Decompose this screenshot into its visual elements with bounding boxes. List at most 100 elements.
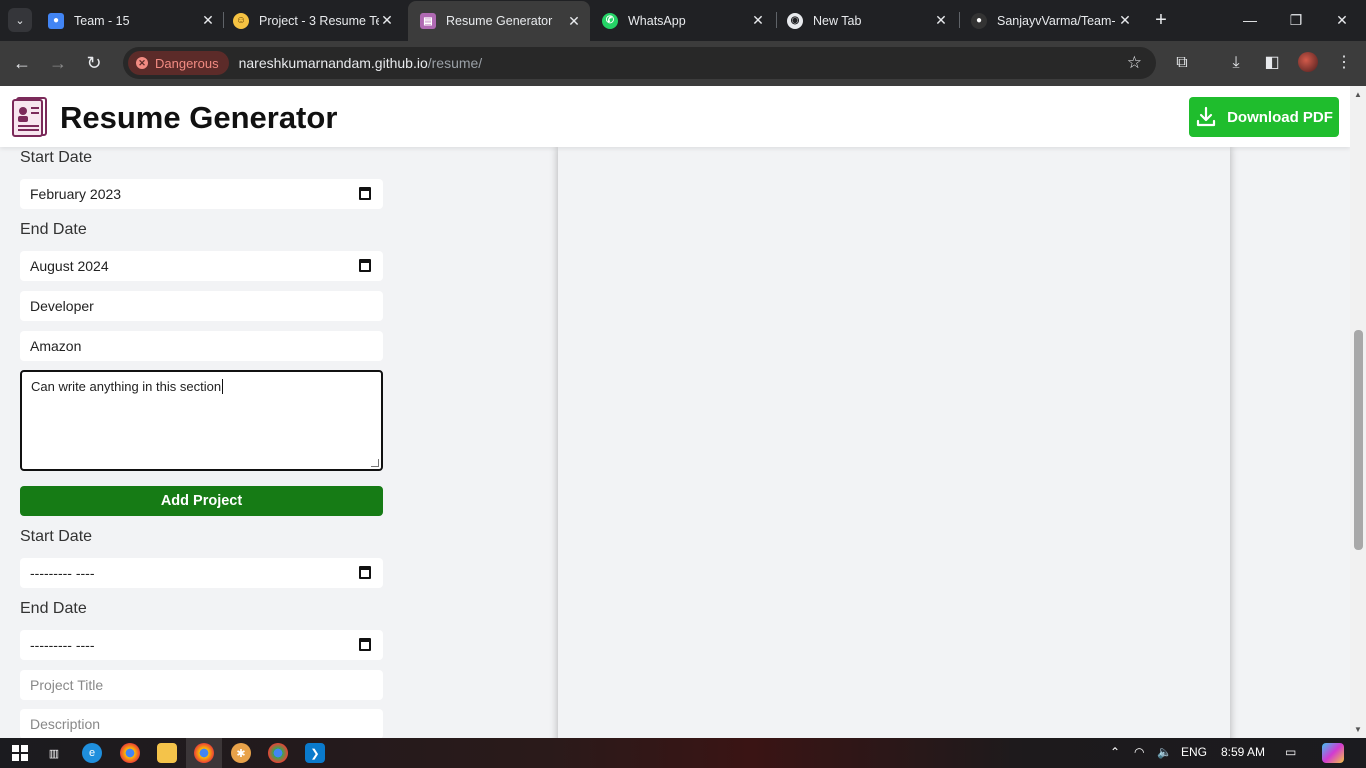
add-project-button[interactable]: Add Project: [20, 486, 383, 516]
page-scrollbar[interactable]: ▲ ▼: [1350, 86, 1366, 738]
download-pdf-button[interactable]: Download PDF: [1189, 97, 1339, 137]
project-description-placeholder: Description: [30, 716, 101, 732]
extensions-icon[interactable]: ⧉: [1172, 53, 1192, 73]
project-end-date-label: End Date: [20, 600, 87, 617]
description-value: Can write anything in this section: [31, 379, 222, 394]
tab-title: Resume Generator: [446, 14, 553, 28]
close-icon[interactable]: ✕: [1117, 12, 1133, 29]
security-label: Dangerous: [155, 55, 219, 71]
emoji-icon: ☺: [233, 12, 249, 29]
edge-icon[interactable]: e: [82, 743, 102, 763]
tab-project-3[interactable]: ☺ Project - 3 Resume Te ✕: [233, 7, 395, 34]
end-date-input[interactable]: August 2024: [20, 251, 383, 281]
clock[interactable]: 8:59 AM: [1221, 745, 1265, 759]
vscode-icon[interactable]: ❯: [305, 743, 325, 763]
language-indicator[interactable]: ENG: [1181, 745, 1207, 759]
scroll-down-icon[interactable]: ▼: [1354, 725, 1362, 734]
restore-button[interactable]: ❐: [1286, 9, 1306, 31]
file-explorer-icon[interactable]: [157, 743, 177, 763]
page-viewport: Start Date February 2023 End Date August…: [0, 86, 1350, 738]
browser-tab-strip: ⌄ ● Team - 15 ✕ ☺ Project - 3 Resume Te …: [0, 0, 1366, 41]
resume-preview: [558, 146, 1230, 738]
volume-icon[interactable]: 🔈: [1157, 745, 1172, 759]
close-icon[interactable]: ✕: [379, 12, 395, 29]
address-bar[interactable]: ✕ Dangerous nareshkumarnandam.github.io/…: [123, 47, 1156, 79]
tab-resume-generator[interactable]: ▤ Resume Generator ✕: [408, 1, 590, 41]
app-header: Resume Generator Download PDF: [0, 86, 1350, 147]
tab-divider: [776, 12, 777, 28]
tab-title: Team - 15: [74, 13, 130, 28]
window-close-button[interactable]: ✕: [1332, 9, 1352, 31]
tab-github[interactable]: ● SanjayvVarma/Team- ✕: [971, 7, 1133, 34]
profile-avatar[interactable]: [1298, 52, 1318, 72]
close-icon[interactable]: ✕: [750, 12, 766, 29]
project-title-input[interactable]: Project Title: [20, 670, 383, 700]
end-date-value: August 2024: [30, 258, 109, 274]
url-host: nareshkumarnandam.github.io: [238, 55, 428, 71]
end-date-label: End Date: [20, 221, 87, 238]
new-tab-button[interactable]: +: [1151, 9, 1171, 31]
project-description-input[interactable]: Description: [20, 709, 383, 738]
calendar-icon[interactable]: [359, 259, 371, 272]
scrollbar-thumb[interactable]: [1354, 330, 1363, 550]
copilot-icon[interactable]: [1322, 743, 1344, 763]
url-path: /resume/: [427, 55, 483, 71]
calendar-icon[interactable]: [359, 566, 371, 579]
notification-icon[interactable]: ▭: [1285, 745, 1296, 759]
app-title: Resume Generator: [60, 100, 338, 135]
project-start-date-input[interactable]: --------- ----: [20, 558, 383, 588]
resume-icon: ▤: [420, 13, 436, 29]
contacts-icon: ●: [48, 12, 64, 29]
company-value: Amazon: [30, 338, 82, 354]
chrome-icon: ◉: [787, 12, 803, 29]
security-status-chip[interactable]: ✕ Dangerous: [128, 51, 229, 75]
project-end-date-value: --------- ----: [30, 637, 95, 653]
download-icon[interactable]: ⤓: [1226, 53, 1246, 73]
text-caret: [222, 379, 224, 394]
warning-icon: ✕: [136, 57, 148, 69]
tab-whatsapp[interactable]: ✆ WhatsApp ✕: [602, 7, 766, 34]
slack-icon[interactable]: ✱: [231, 743, 251, 763]
tab-team-15[interactable]: ● Team - 15 ✕: [48, 7, 216, 34]
wifi-icon[interactable]: ◠: [1134, 745, 1144, 759]
calendar-icon[interactable]: [359, 187, 371, 200]
tab-new-tab[interactable]: ◉ New Tab ✕: [787, 7, 949, 34]
url-text[interactable]: nareshkumarnandam.github.io/resume/: [239, 55, 483, 71]
project-title-placeholder: Project Title: [30, 677, 104, 693]
windows-start-icon[interactable]: [10, 743, 30, 763]
tab-title: WhatsApp: [628, 13, 686, 28]
close-icon[interactable]: ✕: [200, 12, 216, 29]
minimize-button[interactable]: —: [1240, 9, 1260, 31]
role-input[interactable]: Developer: [20, 291, 383, 321]
back-button[interactable]: ←: [10, 51, 34, 75]
download-icon: [1196, 106, 1216, 127]
task-view-icon[interactable]: ▥: [44, 743, 64, 763]
scroll-up-icon[interactable]: ▲: [1354, 90, 1362, 99]
chevron-down-icon: ⌄: [15, 14, 25, 27]
menu-kebab-icon[interactable]: ⋮: [1334, 53, 1354, 73]
tab-title: New Tab: [813, 13, 862, 28]
chrome-icon: [194, 743, 214, 763]
tab-title: Project - 3 Resume Te: [259, 13, 379, 28]
description-textarea[interactable]: Can write anything in this section: [20, 370, 383, 471]
whatsapp-icon: ✆: [602, 12, 618, 29]
project-end-date-input[interactable]: --------- ----: [20, 630, 383, 660]
forward-button[interactable]: →: [46, 51, 70, 75]
chrome-profile-icon[interactable]: [268, 743, 288, 763]
reload-button[interactable]: ↻: [82, 51, 106, 75]
calendar-icon[interactable]: [359, 638, 371, 651]
close-icon[interactable]: ✕: [933, 12, 949, 29]
chrome-icon[interactable]: [120, 743, 140, 763]
start-date-input[interactable]: February 2023: [20, 179, 383, 209]
side-panel-icon[interactable]: ◧: [1262, 53, 1282, 73]
close-icon[interactable]: ✕: [566, 13, 582, 30]
chrome-active-taskbar-item[interactable]: [186, 738, 222, 768]
tab-search-button[interactable]: ⌄: [8, 8, 32, 32]
bookmark-star-icon[interactable]: ☆: [1127, 53, 1142, 73]
plus-icon: +: [1155, 9, 1167, 31]
company-input[interactable]: Amazon: [20, 331, 383, 361]
tray-chevron-icon[interactable]: ⌃: [1110, 745, 1120, 759]
download-pdf-label: Download PDF: [1227, 108, 1333, 126]
resize-grip-icon[interactable]: [371, 459, 379, 467]
reload-icon: ↻: [86, 53, 102, 73]
